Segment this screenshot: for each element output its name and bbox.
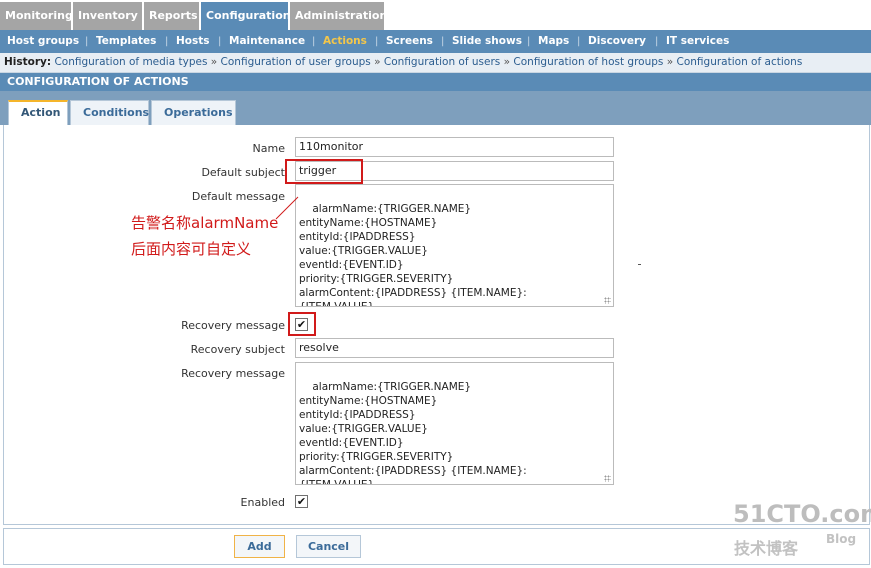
page-title: CONFIGURATION OF ACTIONS (0, 73, 871, 91)
highlight-box-subject (285, 159, 363, 184)
default-message-label: Default message (191, 190, 285, 203)
menu-separator: | (527, 36, 531, 47)
menu-maintenance[interactable]: Maintenance (229, 30, 305, 53)
menu-separator: | (577, 36, 581, 47)
history-link-media-types[interactable]: Configuration of media types (54, 56, 207, 68)
form-tab-strip: Action Conditions Operations (0, 91, 871, 125)
history-breadcrumb: History: Configuration of media types » … (0, 53, 871, 73)
cancel-button[interactable]: Cancel (296, 535, 361, 558)
recovery-message-text: alarmName:{TRIGGER.NAME} entityName:{HOS… (299, 381, 527, 485)
name-input[interactable]: 110monitor (295, 137, 614, 157)
tab-conditions[interactable]: Conditions (70, 100, 149, 125)
default-message-textarea[interactable]: alarmName:{TRIGGER.NAME} entityName:{HOS… (295, 184, 614, 307)
history-separator: » (503, 56, 511, 68)
recovery-message-label: Recovery message (181, 367, 285, 380)
menu-templates[interactable]: Templates (96, 30, 156, 53)
name-label: Name (252, 142, 285, 155)
stray-mark (638, 264, 641, 265)
recovery-subject-input[interactable]: resolve (295, 338, 614, 358)
tab-configuration[interactable]: Configuration (201, 2, 291, 30)
history-separator: » (666, 56, 674, 68)
menu-separator: | (441, 36, 445, 47)
menu-discovery[interactable]: Discovery (588, 30, 646, 53)
annotation-connector (275, 196, 299, 220)
history-label: History: (4, 56, 52, 68)
watermark-blog: Blog (826, 532, 857, 546)
annotation-line-1: 告警名称alarmName (131, 214, 279, 232)
recovery-subject-label: Recovery subject (190, 343, 285, 356)
history-separator: » (374, 56, 381, 68)
menu-separator: | (85, 36, 89, 47)
history-separator: » (210, 56, 218, 68)
tab-reports[interactable]: Reports (144, 2, 200, 30)
history-link-host-groups[interactable]: Configuration of host groups (513, 56, 663, 68)
top-navigation: Monitoring Inventory Reports Configurati… (0, 0, 871, 30)
menu-separator: | (218, 36, 222, 47)
history-link-actions[interactable]: Configuration of actions (677, 56, 803, 68)
sub-menu: Host groups | Templates | Hosts | Mainte… (0, 30, 871, 53)
tab-monitoring[interactable]: Monitoring (0, 2, 73, 30)
resize-handle-icon[interactable] (604, 475, 611, 482)
menu-it-services[interactable]: IT services (666, 30, 729, 53)
resize-handle-icon[interactable] (604, 297, 611, 304)
tab-inventory[interactable]: Inventory (73, 2, 143, 30)
tab-administration[interactable]: Administration (290, 2, 387, 30)
menu-separator: | (655, 36, 659, 47)
menu-actions[interactable]: Actions (323, 30, 367, 53)
enabled-label: Enabled (240, 496, 285, 509)
menu-slide-shows[interactable]: Slide shows (452, 30, 522, 53)
menu-separator: | (375, 36, 379, 47)
highlight-box-recovery (288, 312, 316, 336)
tab-action[interactable]: Action (8, 100, 68, 125)
menu-host-groups[interactable]: Host groups (7, 30, 79, 53)
menu-separator: | (312, 36, 316, 47)
menu-hosts[interactable]: Hosts (176, 30, 210, 53)
history-link-users[interactable]: Configuration of users (384, 56, 500, 68)
annotation-line-2: 后面内容可自定义 (131, 240, 252, 258)
menu-separator: | (165, 36, 169, 47)
recovery-checkbox-label: Recovery message (181, 319, 285, 332)
add-button[interactable]: Add (234, 535, 285, 558)
default-subject-label: Default subject (201, 166, 285, 179)
watermark-site: 51CTO.com (733, 500, 871, 528)
recovery-message-textarea[interactable]: alarmName:{TRIGGER.NAME} entityName:{HOS… (295, 362, 614, 485)
enabled-checkbox[interactable]: ✔ (295, 495, 308, 508)
history-link-user-groups[interactable]: Configuration of user groups (221, 56, 371, 68)
tab-operations[interactable]: Operations (151, 100, 236, 125)
menu-maps[interactable]: Maps (538, 30, 569, 53)
menu-screens[interactable]: Screens (386, 30, 433, 53)
watermark-sub: 技术博客 (734, 539, 799, 558)
default-message-text: alarmName:{TRIGGER.NAME} entityName:{HOS… (299, 203, 527, 307)
action-form: Name 110monitor Default subject trigger … (3, 125, 870, 525)
